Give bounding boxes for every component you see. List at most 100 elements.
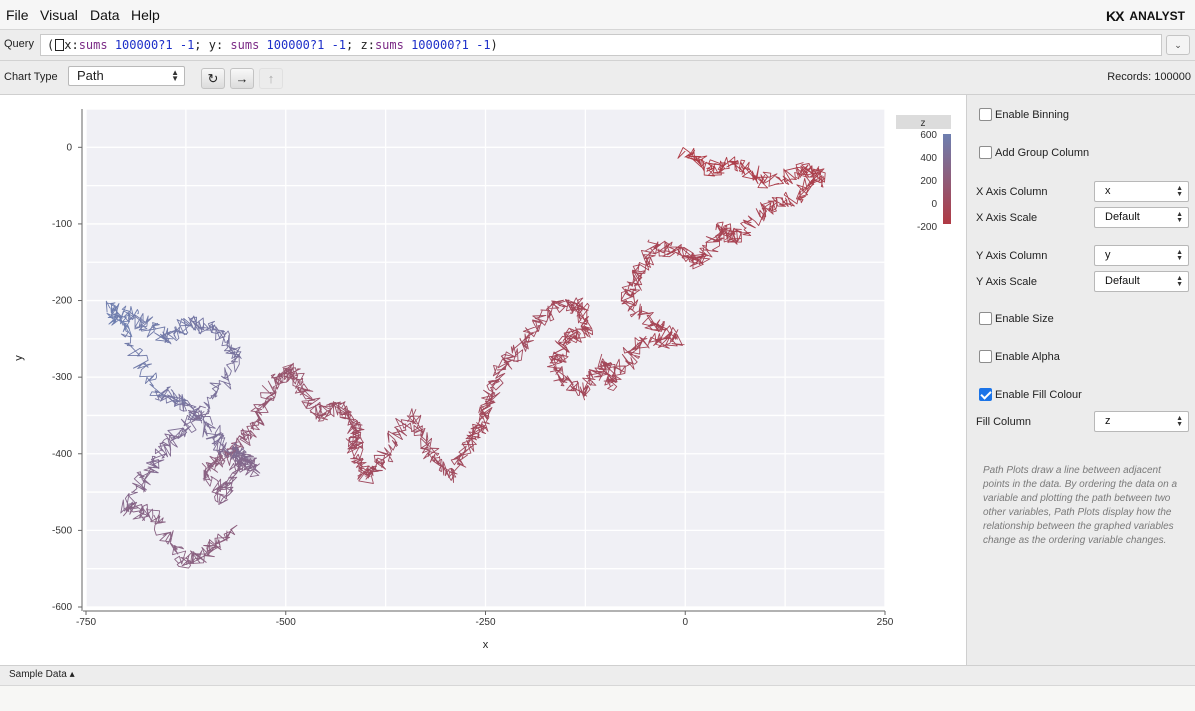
bottom-bar: Sample Data ▴ — [0, 665, 1195, 686]
y-tick-label: -500 — [52, 525, 72, 536]
legend-tick-label: 400 — [920, 153, 937, 164]
query-label: Query — [4, 38, 34, 50]
settings-panel: Enable Binning Add Group Column X Axis C… — [966, 95, 1195, 665]
brand-name: ANALYST — [1129, 9, 1185, 23]
brand-logo: KX ANALYST — [1106, 8, 1185, 24]
query-token: 100000?1 -1 — [403, 38, 491, 52]
kx-logo-icon: KX — [1105, 8, 1124, 24]
x-tick-label: -750 — [76, 617, 96, 628]
help-text: Path Plots draw a line between adjacent … — [983, 465, 1178, 546]
path-plot[interactable]: -750 -500 -250 0 250 0 -100 -200 -300 -400 -500 -60… — [0, 95, 966, 665]
select-arrows-icon: ▲ ▼ — [1176, 211, 1183, 224]
select-arrows-icon: ▲ ▼ — [171, 68, 179, 83]
select-arrows-icon: ▲ ▼ — [1176, 185, 1183, 198]
menu-bar: File Visual Data Help KX ANALYST — [0, 0, 1195, 30]
chevron-down-icon: ⌄ — [1174, 40, 1182, 50]
query-token: ; z: — [346, 38, 375, 52]
x-axis-scale-label: X Axis Scale — [976, 212, 1038, 224]
legend-tick-label: 0 — [931, 199, 937, 210]
query-input[interactable]: (x:sums 100000?1 -1; y: sums 100000?1 -1… — [40, 34, 1162, 56]
menu-file[interactable]: File — [6, 7, 29, 23]
query-token: ; y: — [194, 38, 231, 52]
x-tick-label: 0 — [682, 617, 688, 628]
y-axis-scale-value: Default — [1105, 275, 1140, 287]
enable-size-checkbox[interactable]: Enable Size — [979, 312, 1054, 325]
footer-area — [0, 686, 1195, 711]
query-token: ) — [490, 38, 498, 52]
legend-tick-label: -200 — [917, 222, 937, 233]
chart-area: -750 -500 -250 0 250 0 -100 -200 -300 -400 -500 -60… — [0, 95, 966, 665]
arrow-up-icon: ↑ — [267, 71, 275, 86]
query-token: sums — [78, 38, 108, 52]
records-count: Records: 100000 — [1107, 71, 1191, 83]
x-axis-column-select[interactable]: x ▲ ▼ — [1094, 181, 1189, 202]
select-arrows-icon: ▲ ▼ — [1176, 249, 1183, 262]
y-tick-label: -600 — [52, 602, 72, 613]
add-group-column-checkbox[interactable]: Add Group Column — [979, 146, 1089, 159]
legend-title: z — [921, 118, 926, 129]
x-axis-column-label: X Axis Column — [976, 186, 1048, 198]
enable-binning-label: Enable Binning — [995, 108, 1070, 121]
enable-binning-checkbox[interactable]: Enable Binning — [979, 108, 1069, 121]
x-axis-scale-select[interactable]: Default ▲ ▼ — [1094, 207, 1189, 228]
y-tick-label: 0 — [66, 142, 72, 153]
select-arrows-icon: ▲ ▼ — [1176, 275, 1183, 288]
chart-toolbar: Chart Type Path ▲ ▼ ↻ → ↑ Records: 100000 — [0, 61, 1195, 95]
query-token: sums — [374, 38, 404, 52]
x-tick-label: -250 — [475, 617, 495, 628]
fill-column-label: Fill Column — [976, 416, 1032, 428]
checkbox-icon — [979, 350, 992, 363]
y-axis-column-label: Y Axis Column — [976, 250, 1048, 262]
y-axis-scale-label: Y Axis Scale — [976, 276, 1037, 288]
query-history-dropdown[interactable]: ⌄ — [1166, 35, 1190, 55]
query-prefix: ( — [47, 38, 55, 52]
chart-type-label: Chart Type — [4, 71, 58, 83]
x-tick-label: 250 — [877, 617, 894, 628]
y-axis-scale-select[interactable]: Default ▲ ▼ — [1094, 271, 1189, 292]
y-tick-label: -300 — [52, 372, 72, 383]
refresh-button[interactable]: ↻ — [201, 68, 225, 89]
menu-help[interactable]: Help — [131, 7, 160, 23]
up-button[interactable]: ↑ — [259, 68, 283, 89]
x-axis-scale-value: Default — [1105, 211, 1140, 223]
checkbox-icon — [979, 108, 992, 121]
chart-type-select[interactable]: Path ▲ ▼ — [68, 66, 185, 86]
add-group-column-label: Add Group Column — [995, 146, 1090, 159]
checkbox-icon — [979, 146, 992, 159]
y-axis-column-select[interactable]: y ▲ ▼ — [1094, 245, 1189, 266]
sample-data-toggle[interactable]: Sample Data ▴ — [9, 669, 75, 680]
arrow-right-icon: → — [235, 71, 249, 86]
menu-data[interactable]: Data — [90, 7, 120, 23]
query-token: sums — [230, 38, 260, 52]
query-token: x: — [64, 38, 79, 52]
y-axis-title: y — [13, 355, 25, 361]
query-token: 100000?1 -1 — [107, 38, 195, 52]
enable-alpha-label: Enable Alpha — [995, 350, 1060, 363]
legend-tick-label: 600 — [920, 130, 937, 141]
x-axis-title: x — [483, 639, 489, 651]
legend-color-bar — [943, 134, 951, 224]
x-axis-column-value: x — [1105, 185, 1111, 197]
text-cursor-icon — [55, 39, 65, 51]
menu-visual[interactable]: Visual — [40, 7, 78, 23]
enable-fill-colour-label: Enable Fill Colour — [995, 388, 1082, 401]
y-tick-label: -100 — [52, 219, 72, 230]
y-tick-label: -200 — [52, 296, 72, 307]
y-axis-column-value: y — [1105, 249, 1111, 261]
refresh-icon: ↻ — [207, 71, 219, 86]
fill-column-select[interactable]: z ▲ ▼ — [1094, 411, 1189, 432]
fill-column-value: z — [1105, 415, 1111, 427]
chart-type-value: Path — [77, 68, 104, 83]
x-tick-label: -500 — [276, 617, 296, 628]
checkbox-checked-icon — [979, 388, 992, 401]
legend-tick-label: 200 — [920, 176, 937, 187]
select-arrows-icon: ▲ ▼ — [1176, 415, 1183, 428]
enable-size-label: Enable Size — [995, 312, 1054, 325]
y-tick-label: -400 — [52, 449, 72, 460]
query-row: Query (x:sums 100000?1 -1; y: sums 10000… — [0, 30, 1195, 61]
enable-fill-colour-checkbox[interactable]: Enable Fill Colour — [979, 388, 1082, 401]
checkbox-icon — [979, 312, 992, 325]
run-button[interactable]: → — [230, 68, 254, 89]
query-token: 100000?1 -1 — [259, 38, 347, 52]
enable-alpha-checkbox[interactable]: Enable Alpha — [979, 350, 1060, 363]
